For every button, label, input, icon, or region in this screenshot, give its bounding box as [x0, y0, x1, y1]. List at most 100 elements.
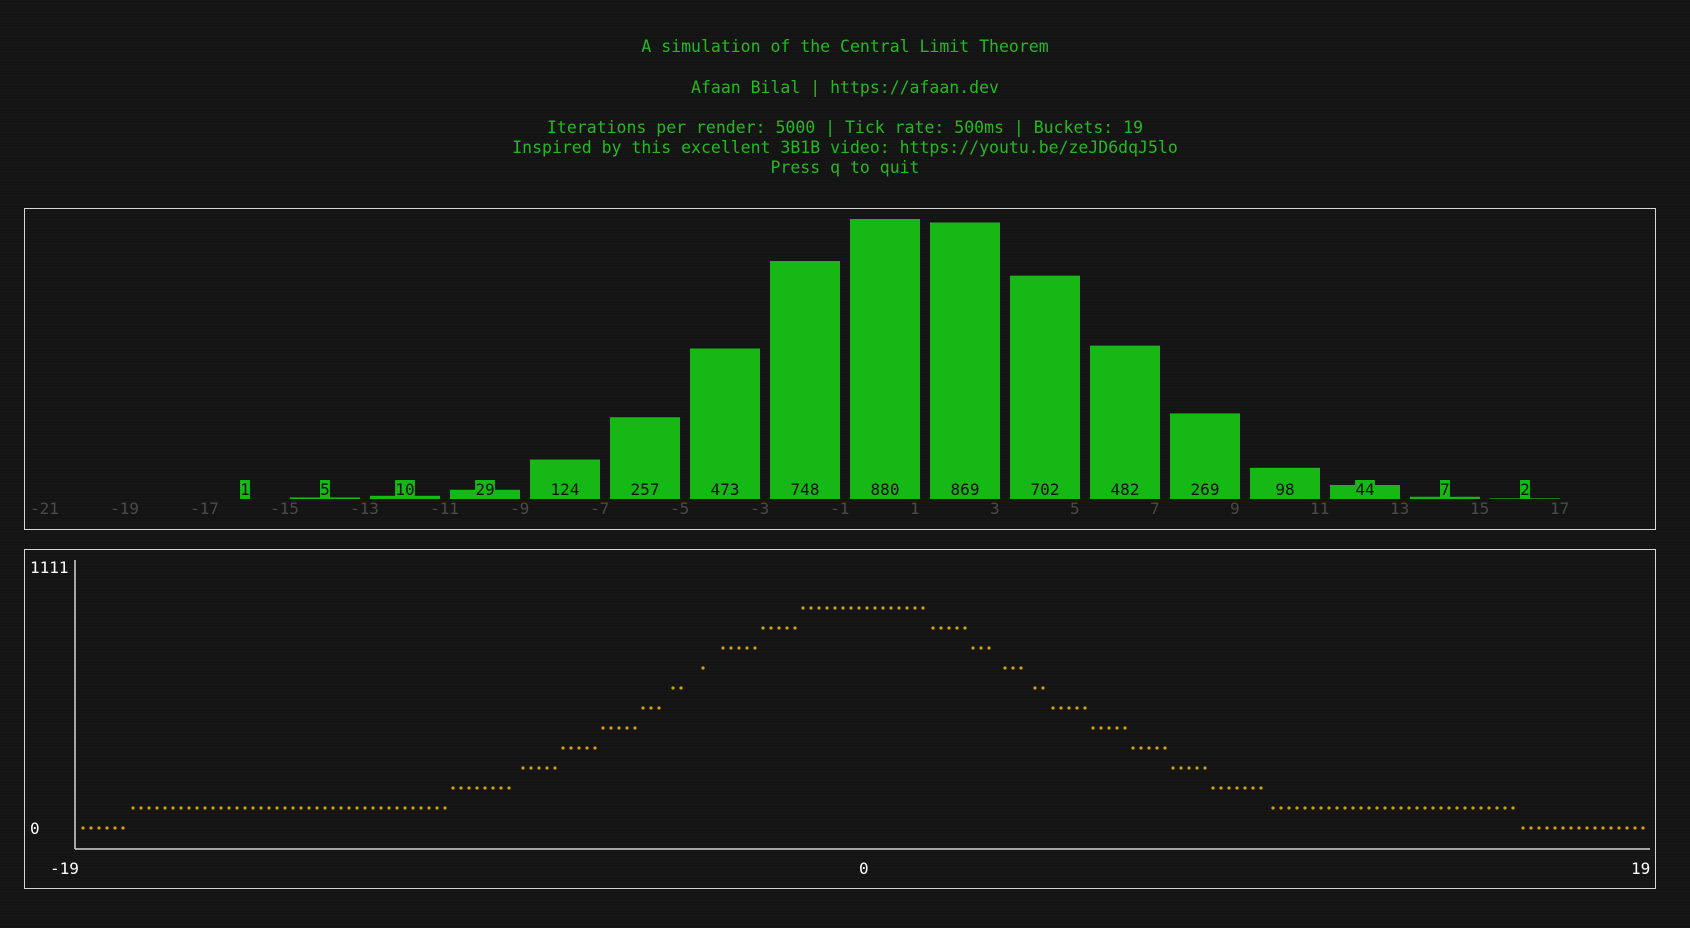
plot-point [459, 786, 463, 790]
plot-point [841, 606, 845, 610]
plot-point [979, 646, 983, 650]
plot-point [387, 806, 391, 810]
plot-point [1219, 786, 1223, 790]
plot-point [331, 806, 335, 810]
plot-point [1561, 826, 1565, 830]
plot-point [1487, 806, 1491, 810]
plot-point [451, 786, 455, 790]
plot-point [1503, 806, 1507, 810]
plot-point [1195, 766, 1199, 770]
plot-point [671, 686, 675, 690]
plot-point [1455, 806, 1459, 810]
plot-point [163, 806, 167, 810]
plot-point [1303, 806, 1307, 810]
plot-point [1115, 726, 1119, 730]
plot-point [1139, 746, 1143, 750]
plot-point [339, 806, 343, 810]
plot-point [235, 806, 239, 810]
plot-point [475, 786, 479, 790]
plot-point [833, 606, 837, 610]
plot-point [1041, 686, 1045, 690]
plot-point [1075, 706, 1079, 710]
plot-point [97, 826, 101, 830]
plot-point [1279, 806, 1283, 810]
plot-point [1553, 826, 1557, 830]
plot-point [641, 706, 645, 710]
plot-point [745, 646, 749, 650]
plot-point [849, 606, 853, 610]
plot-point [873, 606, 877, 610]
plot-point [443, 806, 447, 810]
plot-point [483, 786, 487, 790]
plot-point [291, 806, 295, 810]
plot-point [721, 646, 725, 650]
plot-point [537, 766, 541, 770]
plot-point [1471, 806, 1475, 810]
plot-point [753, 646, 757, 650]
plot-point [1593, 826, 1597, 830]
plot-point [283, 806, 287, 810]
plot-point [801, 606, 805, 610]
plot-point [1383, 806, 1387, 810]
plot-point [155, 806, 159, 810]
plot-point [1463, 806, 1467, 810]
plot-point [1479, 806, 1483, 810]
plot-point [131, 806, 135, 810]
x-axis-min-label: -19 [50, 859, 79, 878]
plot-point [147, 806, 151, 810]
plot-point [89, 826, 93, 830]
plot-point [1367, 806, 1371, 810]
plot-point [251, 806, 255, 810]
plot-point [1147, 746, 1151, 750]
plot-point [499, 786, 503, 790]
plot-point [435, 806, 439, 810]
plot-point [1335, 806, 1339, 810]
plot-point [679, 686, 683, 690]
plot-point [427, 806, 431, 810]
plot-point [1601, 826, 1605, 830]
plot-point [1259, 786, 1263, 790]
plot-point [1187, 766, 1191, 770]
plot-point [1033, 686, 1037, 690]
plot-point [955, 626, 959, 630]
plot-point [299, 806, 303, 810]
plot-point [1227, 786, 1231, 790]
plot-point [521, 766, 525, 770]
plot-point [1131, 746, 1135, 750]
plot-point [1311, 806, 1315, 810]
plot-point [1431, 806, 1435, 810]
y-axis-min-label: 0 [30, 819, 40, 838]
plot-point [507, 786, 511, 790]
plot-point [905, 606, 909, 610]
plot-point [467, 786, 471, 790]
plot-point [729, 646, 733, 650]
plot-point [865, 606, 869, 610]
plot-point [737, 646, 741, 650]
plot-point [187, 806, 191, 810]
plot-point [315, 806, 319, 810]
plot-point [825, 606, 829, 610]
plot-point [1019, 666, 1023, 670]
plot-point [347, 806, 351, 810]
plot-point [395, 806, 399, 810]
plot-point [1003, 666, 1007, 670]
plot-point [267, 806, 271, 810]
plot-point [585, 746, 589, 750]
plot-point [355, 806, 359, 810]
plot-point [1203, 766, 1207, 770]
plot-point [817, 606, 821, 610]
plot-point [769, 626, 773, 630]
plot-point [1415, 806, 1419, 810]
plot-point [1447, 806, 1451, 810]
plot-point [1211, 786, 1215, 790]
terminal-window: A simulation of the Central Limit Theore… [0, 0, 1690, 928]
plot-point [113, 826, 117, 830]
plot-point [1343, 806, 1347, 810]
plot-point [1091, 726, 1095, 730]
plot-point [609, 726, 613, 730]
plot-point [897, 606, 901, 610]
plot-point [649, 706, 653, 710]
plot-point [219, 806, 223, 810]
plot-point [561, 746, 565, 750]
plot-point [1327, 806, 1331, 810]
